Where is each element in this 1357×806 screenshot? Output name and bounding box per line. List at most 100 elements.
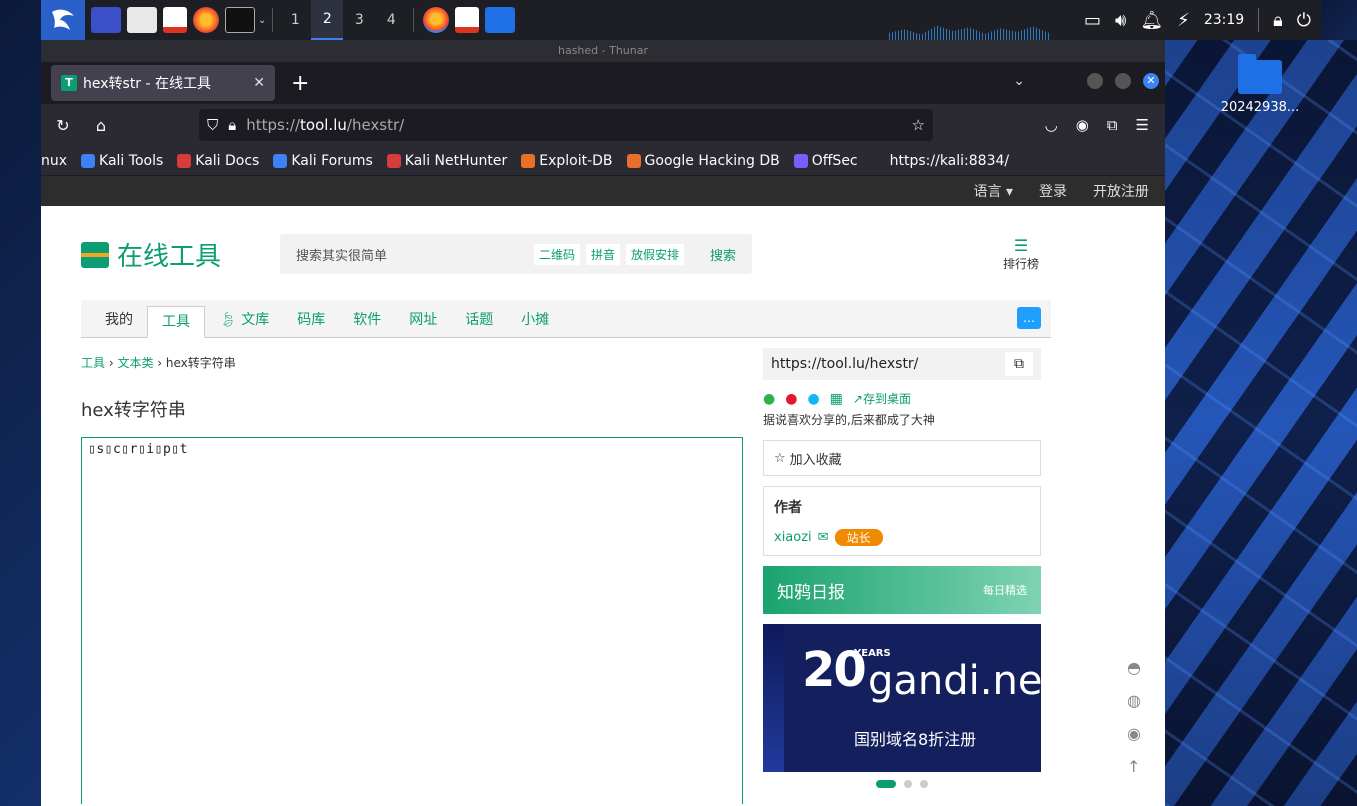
ad-banner[interactable]: 20 YEARS gandi.net 国别域名8折注册 [763, 624, 1058, 772]
weibo-icon[interactable]: ● [785, 391, 797, 407]
bookmark-item[interactable]: Kali Forums [273, 153, 373, 169]
breadcrumb-tools[interactable]: 工具 [81, 356, 105, 370]
carousel-dot[interactable] [876, 780, 896, 788]
minimize-button[interactable] [1087, 73, 1103, 89]
menu-mine[interactable]: 我的 [91, 305, 147, 337]
text-editor-icon[interactable] [163, 7, 187, 33]
search-chip[interactable]: 放假安排 [625, 243, 684, 265]
save-desktop-label: 存到桌面 [862, 392, 911, 406]
daily-more[interactable]: 每日精选 [983, 582, 1027, 598]
mail-icon[interactable]: ✉ [818, 530, 829, 545]
qq-icon[interactable]: ● [807, 391, 819, 407]
workspace-1[interactable]: 1 [279, 0, 311, 40]
add-favorite-button[interactable]: ☆ 加入收藏 [763, 440, 1041, 476]
hex-output-editor[interactable]: ▯s▯c▯r▯i▯p▯t [81, 437, 743, 804]
share-icons: ● ● ● ▦ ↗存到桌面 [763, 390, 1041, 407]
menu-tools[interactable]: 工具 [147, 306, 205, 338]
clock[interactable]: 23:19 [1204, 12, 1244, 28]
weibo-float-icon[interactable]: ◉ [1127, 724, 1141, 743]
bookmark-item[interactable]: Google Hacking DB [626, 153, 780, 169]
workspace-switcher-icon[interactable] [91, 7, 121, 33]
lock-icon[interactable]: 🔒︎ [1273, 10, 1283, 31]
carousel-dot[interactable] [904, 780, 912, 788]
back-to-top-icon[interactable]: ↑ [1127, 757, 1141, 776]
extensions-icon[interactable]: ⧉ [1107, 116, 1118, 134]
lock-icon[interactable]: 🔒︎ [228, 116, 236, 134]
maximize-button[interactable] [1115, 73, 1131, 89]
workspace-4[interactable]: 4 [375, 0, 407, 40]
search-input[interactable]: 搜索其实很简单 [296, 245, 528, 264]
home-icon[interactable]: ⌂ [91, 116, 111, 135]
qq-float-icon[interactable]: ◓ [1127, 658, 1141, 677]
task-folder-icon[interactable] [485, 7, 516, 33]
bookmark-star-icon[interactable]: ☆ [912, 116, 925, 134]
tab-hexstr[interactable]: T hex转str - 在线工具 ✕ [51, 65, 275, 101]
task-firefox-icon[interactable] [423, 7, 450, 33]
menu-stall[interactable]: 小摊 [507, 305, 563, 337]
rank-link[interactable]: ☰ 排行榜 [1003, 236, 1039, 272]
register-link[interactable]: 开放注册 [1093, 181, 1149, 201]
pocket-icon[interactable]: ◡ [1045, 116, 1058, 134]
site-topbar: 语言 ▾ 登录 开放注册 [41, 176, 1165, 206]
site-logo[interactable]: 在线工具 [81, 236, 221, 273]
firefox-icon[interactable] [193, 7, 219, 33]
language-menu[interactable]: 语言 ▾ [974, 181, 1013, 201]
menu-topics[interactable]: 话题 [451, 305, 507, 337]
close-window-button[interactable]: ✕ [1143, 73, 1159, 89]
breadcrumb-text[interactable]: 文本类 [117, 356, 153, 370]
menu-sites[interactable]: 网址 [395, 305, 451, 337]
breadcrumb-current: hex转字符串 [165, 356, 236, 370]
qrcode-icon[interactable]: ▦ [830, 391, 843, 407]
bookmark-item[interactable]: nux [41, 153, 67, 169]
search-chip[interactable]: 拼音 [585, 243, 620, 265]
workspace-2[interactable]: 2 [311, 0, 344, 40]
copy-icon[interactable]: ⧉ [1005, 352, 1033, 376]
menu-library[interactable]: 🍃︎ 文库 [205, 305, 283, 337]
bell-icon[interactable]: 🔔︎ [1140, 10, 1163, 31]
star-icon: ☆ [774, 450, 786, 466]
battery-icon[interactable]: ⚡ [1177, 10, 1190, 31]
bookmark-item[interactable]: Kali Docs [177, 153, 259, 169]
desktop-folder-icon[interactable]: 20242938... [1215, 54, 1305, 115]
network-icon[interactable]: ▭ [1084, 10, 1101, 31]
wechat-icon[interactable]: ● [763, 391, 775, 407]
carousel-dot[interactable] [920, 780, 928, 788]
chevron-down-icon[interactable]: ⌄ [258, 15, 266, 26]
share-url-text[interactable]: https://tool.lu/hexstr/ [771, 356, 918, 372]
kali-menu-button[interactable] [41, 0, 85, 40]
bookmark-item[interactable]: Exploit-DB [521, 152, 613, 169]
ad-gandi: 20 YEARS gandi.net 国别域名8折注册 [784, 624, 1058, 772]
shield-icon[interactable]: ⛉ [207, 116, 218, 134]
chat-icon[interactable]: … [1017, 307, 1041, 329]
workspace-3[interactable]: 3 [343, 0, 375, 40]
reload-icon[interactable]: ↻ [53, 116, 73, 135]
logout-icon[interactable]: ⏻ [1297, 10, 1311, 31]
bookmark-label: https://kali:8834/ [889, 152, 1010, 169]
author-badge: 站长 [834, 529, 883, 546]
close-icon[interactable]: ✕ [253, 75, 265, 91]
nav-toolbar: ↻ ⌂ ⛉ 🔒︎ https://tool.lu/hexstr/ ☆ ◡ ◉ ⧉… [41, 104, 1165, 146]
menu-code[interactable]: 码库 [283, 305, 339, 337]
daily-banner[interactable]: 知鸦日报 每日精选 [763, 566, 1041, 614]
volume-icon[interactable]: 🔊︎ [1115, 10, 1126, 31]
terminal-icon[interactable] [225, 7, 255, 33]
search-chip[interactable]: 二维码 [533, 243, 580, 265]
account-icon[interactable]: ◉ [1076, 116, 1089, 134]
file-manager-icon[interactable] [127, 7, 157, 33]
url-bar[interactable]: ⛉ 🔒︎ https://tool.lu/hexstr/ ☆ [199, 109, 933, 141]
save-desktop-link[interactable]: ↗存到桌面 [853, 390, 911, 407]
bookmark-label: Exploit-DB [539, 152, 613, 169]
login-link[interactable]: 登录 [1039, 181, 1067, 201]
bookmark-item[interactable]: https://kali:8834/ [871, 152, 1010, 169]
tab-list-chevron-icon[interactable]: ⌄ [1013, 73, 1025, 89]
new-tab-button[interactable]: + [291, 71, 309, 96]
menu-icon[interactable]: ☰ [1136, 116, 1149, 134]
task-editor-icon[interactable] [455, 7, 480, 33]
bookmark-item[interactable]: Kali Tools [81, 153, 163, 169]
bookmark-item[interactable]: Kali NetHunter [386, 153, 507, 169]
wechat-float-icon[interactable]: ◍ [1127, 691, 1141, 710]
bookmark-item[interactable]: OffSec [793, 153, 858, 169]
search-button[interactable]: 搜索 [710, 245, 736, 264]
author-name[interactable]: xiaozi [774, 530, 812, 545]
menu-software[interactable]: 软件 [339, 305, 395, 337]
